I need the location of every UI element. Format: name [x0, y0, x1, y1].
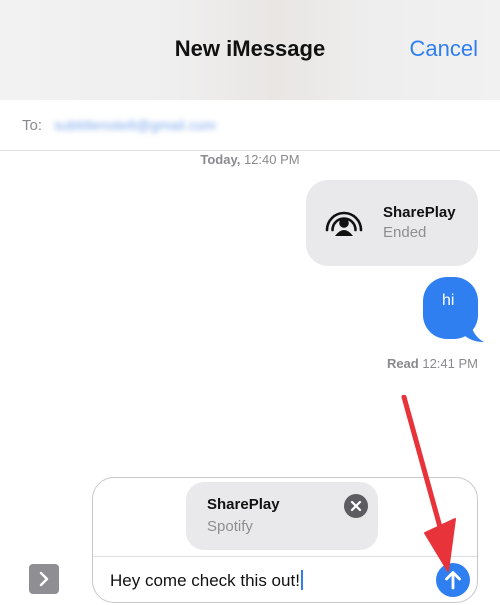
header-bar: New iMessage Cancel [0, 0, 500, 101]
close-icon [350, 500, 362, 512]
message-text: Hey come check this out! [110, 571, 300, 590]
shareplay-attachment[interactable]: SharePlay Spotify [186, 482, 378, 550]
timestamp-time: 12:40 PM [240, 152, 300, 167]
read-receipt: Read 12:41 PM [387, 356, 478, 371]
shareplay-message-bubble[interactable]: SharePlay Ended [306, 180, 478, 266]
receipt-time: 12:41 PM [418, 356, 478, 371]
remove-attachment-button[interactable] [344, 494, 368, 518]
recipient-field[interactable]: To: subtitlenote8@gmail.com [0, 100, 500, 151]
attachment-title: SharePlay [207, 496, 280, 513]
sent-message-text: hi [442, 292, 455, 309]
attachment-subtitle: Spotify [207, 518, 253, 535]
shareplay-title: SharePlay [383, 204, 456, 221]
apps-expand-button[interactable] [29, 564, 59, 594]
text-cursor [300, 570, 303, 590]
shareplay-status: Ended [383, 224, 427, 241]
cancel-button[interactable]: Cancel [410, 36, 478, 62]
timestamp-day: Today, [200, 152, 241, 167]
recipient-label: To: [22, 117, 43, 134]
message-input[interactable]: Hey come check this out! [110, 570, 303, 591]
recipient-value[interactable]: subtitlenote8@gmail.com [54, 117, 216, 133]
chevron-right-icon [39, 571, 49, 587]
receipt-status: Read [386, 356, 419, 371]
annotation-arrow [401, 395, 456, 572]
shareplay-icon [325, 211, 363, 236]
thread-timestamp: Today, 12:40 PM [0, 152, 500, 167]
